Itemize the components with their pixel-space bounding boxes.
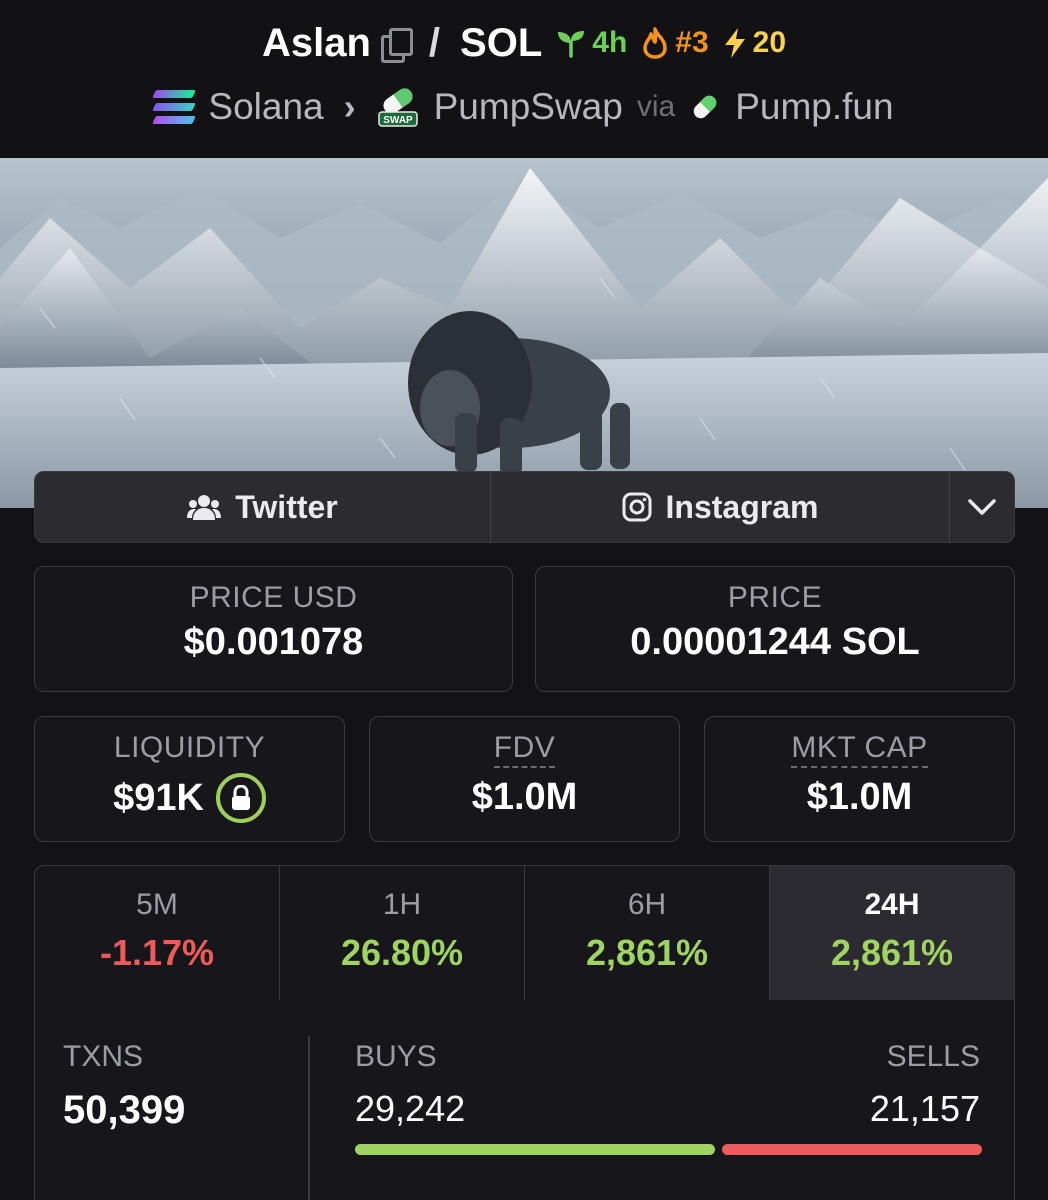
copy-icon[interactable] bbox=[380, 27, 413, 63]
period-change-value: 2,861% bbox=[585, 932, 709, 973]
base-token-name: Aslan bbox=[261, 20, 371, 65]
pumpswap-icon: SWAP bbox=[377, 88, 418, 127]
age-badge: 4h bbox=[556, 26, 627, 60]
age-value: 4h bbox=[592, 26, 628, 59]
price-usd-value: $0.001078 bbox=[183, 621, 364, 663]
price-native-label: PRICE bbox=[727, 581, 823, 614]
liquidity-label: LIQUIDITY bbox=[113, 731, 266, 764]
pair-title-row: Aslan / SOL 4h #3 20 bbox=[0, 18, 1048, 68]
chevron-right-icon: › bbox=[343, 86, 356, 127]
lock-icon bbox=[231, 785, 250, 810]
twitter-link[interactable]: Twitter bbox=[35, 472, 491, 542]
sells-label: SELLS bbox=[886, 1040, 980, 1073]
price-native-value: 0.00001244 SOL bbox=[630, 621, 920, 663]
buys-label: BUYS bbox=[355, 1040, 437, 1073]
flame-icon bbox=[643, 27, 668, 59]
tab-5m[interactable]: 5M -1.17% bbox=[35, 866, 280, 1000]
rank-value: #3 bbox=[675, 26, 709, 59]
pair-header: Aslan / SOL 4h #3 20 Solana › SWAP PumpS… bbox=[0, 0, 1048, 158]
liquidity-value: $91K bbox=[113, 776, 204, 819]
more-links-button[interactable] bbox=[950, 472, 1014, 542]
tab-1h[interactable]: 1H 26.80% bbox=[280, 866, 525, 1000]
pair-separator: / bbox=[428, 20, 441, 65]
pill-icon bbox=[693, 95, 717, 119]
solana-icon bbox=[152, 90, 197, 124]
divider bbox=[308, 1036, 310, 1200]
liquidity-lock-button[interactable] bbox=[215, 773, 266, 823]
pair-info-row: Solana › SWAP PumpSwap via Pump.fun bbox=[0, 80, 1048, 134]
token-banner-image bbox=[0, 158, 1048, 508]
period-label: 24H bbox=[864, 888, 920, 921]
txns-total: 50,399 bbox=[63, 1088, 186, 1132]
chain-link[interactable]: Solana bbox=[208, 86, 323, 128]
period-change-value: -1.17% bbox=[99, 932, 215, 973]
quote-token-name: SOL bbox=[460, 20, 543, 65]
dex-link[interactable]: PumpSwap bbox=[434, 86, 623, 128]
sells-value: 21,157 bbox=[869, 1088, 980, 1129]
fdv-value: $1.0M bbox=[471, 776, 578, 818]
instagram-icon bbox=[622, 492, 652, 522]
period-change-value: 2,861% bbox=[830, 932, 954, 973]
dex-logo-text: SWAP bbox=[383, 115, 413, 126]
launchpad-link[interactable]: Pump.fun bbox=[735, 86, 893, 128]
seedling-icon bbox=[558, 31, 585, 58]
price-native-card: PRICE 0.00001244 SOL bbox=[535, 566, 1015, 692]
lightning-icon bbox=[724, 28, 745, 58]
period-label: 1H bbox=[382, 888, 422, 921]
chevron-down-icon bbox=[968, 499, 996, 515]
period-label: 5M bbox=[136, 888, 178, 921]
trending-rank-badge: #3 bbox=[641, 26, 709, 60]
buys-ratio-bar bbox=[355, 1144, 715, 1155]
period-change-value: 26.80% bbox=[340, 932, 464, 973]
twitter-label: Twitter bbox=[235, 488, 338, 525]
via-label: via bbox=[636, 90, 676, 123]
tab-6h[interactable]: 6H 2,861% bbox=[525, 866, 770, 1000]
fdv-card[interactable]: FDV $1.0M bbox=[369, 716, 680, 842]
price-usd-card: PRICE USD $0.001078 bbox=[34, 566, 513, 692]
market-cap-value: $1.0M bbox=[806, 776, 913, 818]
fdv-label: FDV bbox=[493, 731, 556, 768]
price-change-tabs: 5M -1.17% 1H 26.80% 6H 2,861% 24H 2,861% bbox=[34, 865, 1015, 1001]
boost-badge: 20 bbox=[723, 26, 786, 60]
liquidity-card: LIQUIDITY $91K bbox=[34, 716, 345, 842]
market-cap-label: MKT CAP bbox=[791, 731, 928, 768]
instagram-label: Instagram bbox=[665, 488, 819, 525]
transactions-panel: TXNS 50,399 BUYS 29,242 SELLS 21,157 bbox=[34, 1000, 1015, 1200]
users-icon bbox=[187, 495, 222, 520]
price-usd-label: PRICE USD bbox=[189, 581, 358, 614]
period-label: 6H bbox=[627, 888, 667, 921]
buys-value: 29,242 bbox=[355, 1088, 466, 1129]
txns-label: TXNS bbox=[63, 1040, 144, 1073]
sells-ratio-bar bbox=[722, 1144, 982, 1155]
boost-value: 20 bbox=[752, 26, 787, 59]
market-cap-card[interactable]: MKT CAP $1.0M bbox=[704, 716, 1015, 842]
tab-24h[interactable]: 24H 2,861% bbox=[770, 866, 1014, 1000]
social-links-bar: Twitter Instagram bbox=[34, 471, 1015, 543]
instagram-link[interactable]: Instagram bbox=[491, 472, 950, 542]
